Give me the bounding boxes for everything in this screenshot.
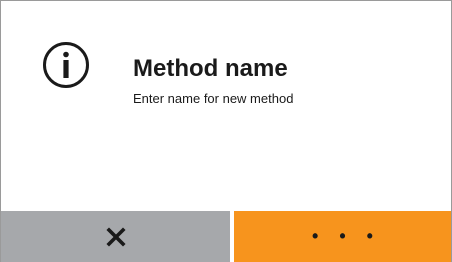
close-icon xyxy=(105,226,126,247)
dialog-button-bar: • • • xyxy=(1,211,451,262)
enter-name-button[interactable]: • • • xyxy=(234,211,451,262)
info-icon xyxy=(43,42,89,88)
dialog-title: Method name xyxy=(133,55,288,82)
cancel-button[interactable] xyxy=(1,211,230,262)
method-name-dialog: Method name Enter name for new method • … xyxy=(0,0,452,262)
dialog-subtitle: Enter name for new method xyxy=(133,91,294,106)
ellipsis-label: • • • xyxy=(312,226,381,246)
